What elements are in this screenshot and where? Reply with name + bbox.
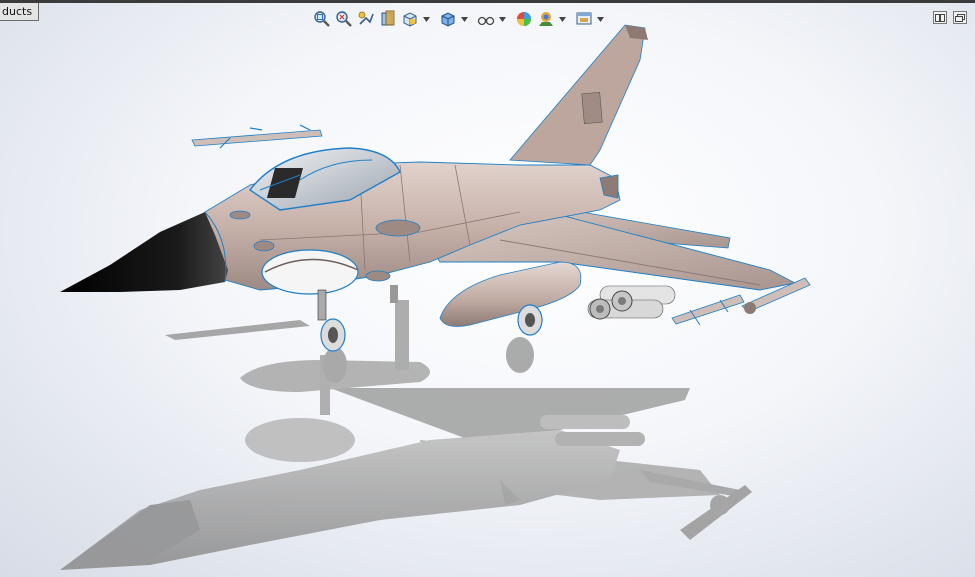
display-style-icon[interactable] xyxy=(438,9,458,29)
graphics-area[interactable]: ducts xyxy=(0,0,975,577)
tab-label: ducts xyxy=(2,5,33,18)
zoom-to-area-icon[interactable] xyxy=(334,9,354,29)
view-settings-dropdown[interactable] xyxy=(596,9,604,29)
apply-scene-icon[interactable] xyxy=(536,9,556,29)
model-reflection xyxy=(60,300,752,570)
display-style-dropdown[interactable] xyxy=(460,9,468,29)
view-orientation-dropdown[interactable] xyxy=(422,9,430,29)
zoom-to-fit-icon[interactable] xyxy=(312,9,332,29)
previous-view-icon[interactable] xyxy=(356,9,376,29)
tile-horizontally-icon[interactable] xyxy=(933,11,947,24)
hide-show-items-icon[interactable] xyxy=(476,9,496,29)
edit-appearance-icon[interactable] xyxy=(514,9,534,29)
restore-window-icon[interactable] xyxy=(953,11,967,24)
f16-fighter-jet-model[interactable] xyxy=(0,0,975,577)
view-settings-icon[interactable] xyxy=(574,9,594,29)
view-orientation-icon[interactable] xyxy=(400,9,420,29)
feature-tree-tab[interactable]: ducts xyxy=(0,3,40,21)
hide-show-items-dropdown[interactable] xyxy=(498,9,506,29)
heads-up-view-toolbar xyxy=(312,8,604,30)
section-view-icon[interactable] xyxy=(378,9,398,29)
aircraft xyxy=(60,24,811,352)
viewport-window-controls xyxy=(933,11,967,24)
apply-scene-dropdown[interactable] xyxy=(558,9,566,29)
window-top-border xyxy=(0,0,975,3)
